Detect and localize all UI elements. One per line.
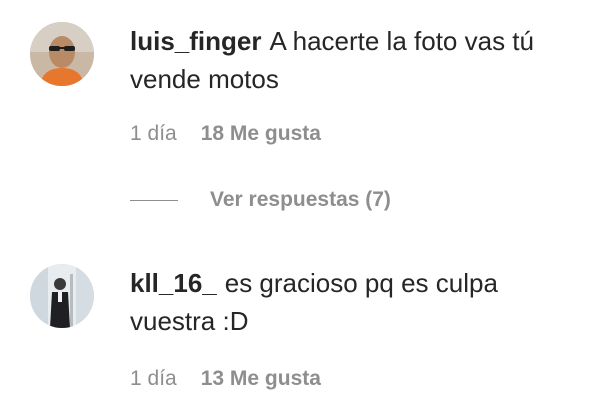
comment-time: 1 día <box>130 367 177 390</box>
comment-text: luis_finger A hacerte la foto vas tú vend… <box>130 22 570 98</box>
view-replies-button[interactable]: Ver respuestas (7) <box>130 188 391 212</box>
comment-text: kll_16_ es gracioso pq es culpa vuestra :… <box>130 264 570 340</box>
comment-meta: 1 día 13 Me gusta <box>130 367 321 391</box>
user-avatar-photo-icon <box>30 264 94 328</box>
view-replies-label: Ver respuestas (7) <box>210 188 391 211</box>
avatar[interactable] <box>30 264 94 328</box>
user-avatar-photo-icon <box>30 22 94 86</box>
comment-meta: 1 día 18 Me gusta <box>130 122 321 146</box>
comment-time: 1 día <box>130 122 177 145</box>
comment-username[interactable]: kll_16_ <box>130 268 217 298</box>
comment-likes[interactable]: 13 Me gusta <box>201 367 321 391</box>
comment-likes[interactable]: 18 Me gusta <box>201 122 321 146</box>
comment-username[interactable]: luis_finger <box>130 26 261 56</box>
replies-divider <box>130 199 178 201</box>
avatar[interactable] <box>30 22 94 86</box>
